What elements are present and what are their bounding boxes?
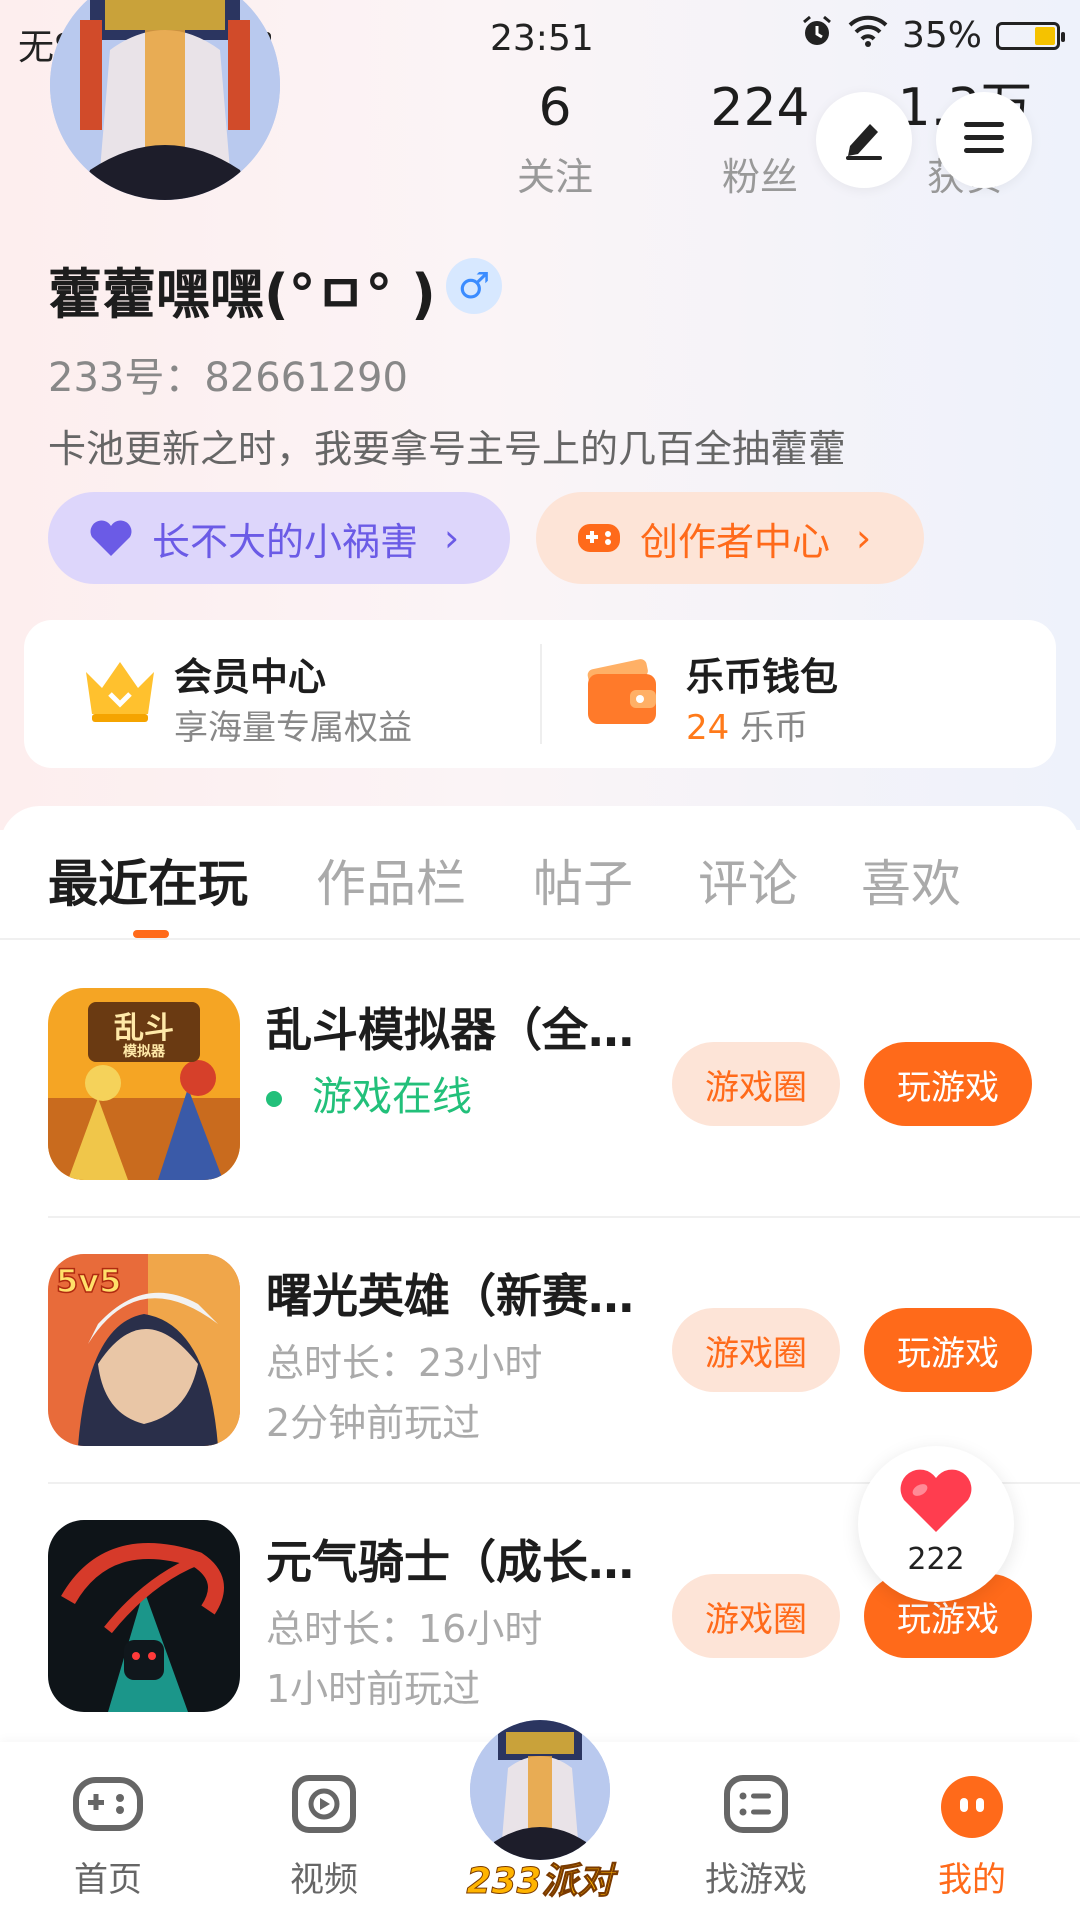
online-status: 游戏在线	[266, 1064, 472, 1122]
active-tab-indicator	[133, 930, 169, 938]
wallet-balance: 24 乐币	[686, 700, 808, 749]
game-circle-button[interactable]: 游戏圈	[672, 1574, 840, 1658]
online-status-text: 游戏在线	[312, 1074, 472, 1120]
pencil-icon	[840, 114, 888, 166]
icon-text-5v5: 5v5	[56, 1262, 121, 1300]
service-cards: 会员中心 享海量专属权益 乐币钱包 24 乐币	[24, 620, 1056, 768]
stat-following[interactable]: 6 关注	[465, 78, 645, 201]
game-title: 曙光英雄（新赛…	[266, 1269, 634, 1323]
play-game-button[interactable]: 玩游戏	[864, 1042, 1032, 1126]
wifi-icon	[848, 15, 888, 56]
tab-likes[interactable]: 喜欢	[861, 844, 961, 916]
vip-center-title: 会员中心	[174, 655, 327, 699]
user-bio: 卡池更新之时，我要拿号主号上的几百全抽藿藿	[48, 427, 847, 471]
nav-home[interactable]: 首页	[28, 1742, 188, 1901]
gamepad-icon	[576, 518, 622, 558]
icon-text-luandou: 乱斗	[114, 1011, 174, 1046]
following-count: 6	[538, 78, 572, 138]
nav-find-label: 找游戏	[705, 1860, 807, 1900]
title-badge-label: 长不大的小祸害	[152, 519, 419, 564]
nav-home-label: 首页	[74, 1860, 142, 1900]
following-label: 关注	[516, 155, 593, 199]
nav-find-games[interactable]: 找游戏	[676, 1742, 836, 1901]
hamburger-menu-icon	[960, 118, 1008, 162]
title-badge-button[interactable]: 长不大的小祸害 ›	[48, 492, 510, 584]
purple-heart-icon	[88, 518, 134, 558]
nav-party-avatar[interactable]	[470, 1720, 610, 1860]
last-played: 1小时前玩过	[266, 1667, 481, 1711]
profile-face-icon	[892, 1774, 1052, 1840]
list-icon	[676, 1774, 836, 1840]
game-row[interactable]: 5v5 曙光英雄（新赛… 总时长：23小时 2分钟前玩过 游戏圈 玩游戏	[0, 1206, 1080, 1472]
game-icon-luandou[interactable]: 乱斗 模拟器	[48, 988, 240, 1180]
online-dot-icon	[266, 1091, 282, 1107]
floating-like-button[interactable]: 222	[858, 1446, 1014, 1602]
clock: 23:51	[490, 18, 594, 59]
wallet-card[interactable]: 乐币钱包 24 乐币	[540, 620, 1040, 768]
nav-party-label[interactable]: 233派对	[440, 1852, 640, 1904]
system-icons: 35%	[800, 14, 1065, 57]
tab-posts[interactable]: 帖子	[533, 844, 633, 916]
menu-button[interactable]	[936, 92, 1032, 188]
game-icon-yuanqi[interactable]	[48, 1520, 240, 1712]
play-game-button[interactable]: 玩游戏	[864, 1308, 1032, 1392]
edit-profile-button[interactable]	[816, 92, 912, 188]
wallet-amount: 24	[686, 708, 730, 748]
user-nickname: 藿藿嘿嘿(°ㅁ° )	[48, 263, 436, 326]
vip-center-card[interactable]: 会员中心 享海量专属权益	[24, 620, 524, 768]
creator-center-label: 创作者中心	[640, 519, 831, 564]
battery-icon	[996, 21, 1065, 50]
game-title: 元气骑士（成长…	[266, 1535, 634, 1589]
wallet-title: 乐币钱包	[686, 655, 839, 699]
crown-icon	[80, 654, 160, 730]
chevron-right-icon: ›	[856, 516, 872, 560]
tab-works[interactable]: 作品栏	[316, 844, 466, 916]
nav-video-label: 视频	[290, 1860, 358, 1900]
profile-tabs: 最近在玩 作品栏 帖子 评论 喜欢	[0, 806, 1080, 940]
male-gender-icon: ♂	[446, 258, 502, 314]
game-icon-shuguang[interactable]: 5v5	[48, 1254, 240, 1446]
vip-center-subtitle: 享海量专属权益	[174, 708, 412, 748]
total-playtime: 总时长：16小时	[266, 1607, 543, 1651]
nav-mine-label: 我的	[938, 1860, 1006, 1900]
tab-recently-played[interactable]: 最近在玩	[48, 844, 248, 916]
chevron-right-icon: ›	[444, 516, 460, 560]
wallet-unit: 乐币	[729, 708, 809, 748]
heart-icon	[898, 1468, 974, 1538]
game-circle-button[interactable]: 游戏圈	[672, 1308, 840, 1392]
wallet-icon	[584, 654, 664, 734]
battery-percent: 35%	[901, 15, 982, 56]
total-playtime: 总时长：23小时	[266, 1341, 543, 1385]
play-video-icon	[244, 1774, 404, 1840]
last-played: 2分钟前玩过	[266, 1401, 481, 1445]
like-count: 222	[907, 1542, 965, 1577]
game-row[interactable]: 乱斗 模拟器 乱斗模拟器（全… 游戏在线 游戏圈 玩游戏	[0, 940, 1080, 1206]
game-title: 乱斗模拟器（全…	[266, 1003, 634, 1057]
icon-text-moniqi: 模拟器	[123, 1043, 166, 1060]
nav-mine[interactable]: 我的	[892, 1742, 1052, 1901]
gamepad-outline-icon	[28, 1774, 188, 1840]
game-circle-button[interactable]: 游戏圈	[672, 1042, 840, 1126]
nav-video[interactable]: 视频	[244, 1742, 404, 1901]
alarm-icon	[800, 14, 834, 57]
user-id: 233号：82661290	[48, 355, 408, 401]
tab-comments[interactable]: 评论	[698, 844, 798, 916]
creator-center-button[interactable]: 创作者中心 ›	[536, 492, 924, 584]
